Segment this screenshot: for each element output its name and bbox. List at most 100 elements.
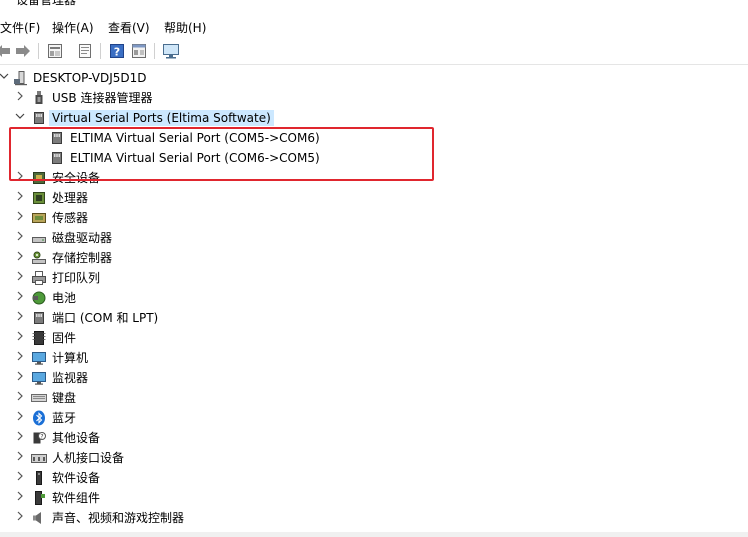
tree-category-label: 处理器 — [52, 191, 89, 205]
sensor-icon — [31, 210, 47, 226]
chevron-right-icon[interactable] — [14, 191, 26, 205]
chevron-right-icon[interactable] — [14, 511, 26, 525]
toolbar-separator — [100, 43, 101, 59]
chevron-right-icon[interactable] — [14, 291, 26, 305]
close-button[interactable] — [718, 0, 748, 5]
tree-category-label: 键盘 — [52, 391, 77, 405]
menu-action[interactable]: 操作(A) — [50, 18, 96, 37]
tree-category-label: 传感器 — [52, 211, 89, 225]
tree-category[interactable]: 打印队列 — [0, 268, 748, 288]
svg-text:?: ? — [114, 46, 120, 59]
tree-root-label: DESKTOP-VDJ5D1D — [33, 71, 147, 85]
chevron-right-icon[interactable] — [14, 331, 26, 345]
title-bar: 设备管理器 — [0, 0, 748, 7]
speaker-icon — [31, 510, 47, 526]
chevron-right-icon[interactable] — [14, 431, 26, 445]
tree-category-label: 端口 (COM 和 LPT) — [52, 311, 159, 325]
chevron-right-icon[interactable] — [14, 371, 26, 385]
tree-category-label: 蓝牙 — [52, 411, 77, 425]
tree-category[interactable]: 声音、视频和游戏控制器 — [0, 508, 748, 528]
unknown-device-icon: ? — [31, 430, 47, 446]
toolbar-separator — [38, 43, 39, 59]
tree-category[interactable]: 固件 — [0, 328, 748, 348]
tree-category-virtual-serial-ports[interactable]: Virtual Serial Ports (Eltima Softwate) — [0, 108, 748, 128]
computer-icon — [31, 350, 47, 366]
chevron-right-icon[interactable] — [14, 491, 26, 505]
menu-help[interactable]: 帮助(H) — [162, 18, 208, 37]
menu-view[interactable]: 查看(V) — [106, 18, 152, 37]
tree-category[interactable]: 软件组件 — [0, 488, 748, 508]
tree-category[interactable]: 处理器 — [0, 188, 748, 208]
tree-category[interactable]: 键盘 — [0, 388, 748, 408]
forward-arrow-icon[interactable] — [14, 42, 32, 60]
tree-category[interactable]: 磁盘驱动器 — [0, 228, 748, 248]
keyboard-icon — [31, 390, 47, 406]
battery-icon — [31, 290, 47, 306]
chevron-right-icon[interactable] — [14, 471, 26, 485]
chevron-right-icon[interactable] — [14, 311, 26, 325]
tree-category-label: Virtual Serial Ports (Eltima Softwate) — [49, 110, 274, 126]
window-title: 设备管理器 — [16, 0, 77, 7]
tree-category[interactable]: 蓝牙 — [0, 408, 748, 428]
highlight-box — [9, 127, 434, 181]
chevron-right-icon[interactable] — [14, 451, 26, 465]
menu-bar: 文件(F) 操作(A) 查看(V) 帮助(H) — [0, 16, 748, 36]
storage-controller-icon — [31, 250, 47, 266]
view-icon[interactable] — [130, 42, 148, 60]
chevron-right-icon[interactable] — [14, 391, 26, 405]
software-component-icon — [31, 490, 47, 506]
port-icon — [31, 110, 47, 126]
chevron-right-icon[interactable] — [14, 351, 26, 365]
tree-category[interactable]: 计算机 — [0, 348, 748, 368]
bluetooth-icon — [31, 410, 47, 426]
tree-category[interactable]: 监视器 — [0, 368, 748, 388]
chevron-down-icon[interactable] — [14, 111, 26, 125]
update-driver-icon[interactable] — [76, 42, 94, 60]
tree-category[interactable]: 端口 (COM 和 LPT) — [0, 308, 748, 328]
tree-category-label: 监视器 — [52, 371, 89, 385]
software-device-icon — [31, 470, 47, 486]
chevron-right-icon[interactable] — [14, 271, 26, 285]
properties-icon[interactable] — [46, 42, 64, 60]
processor-icon — [31, 190, 47, 206]
tree-category-label: 电池 — [52, 291, 77, 305]
menu-file[interactable]: 文件(F) — [0, 18, 42, 37]
tree-category-label: 打印队列 — [52, 271, 101, 285]
tree-category-label: 软件设备 — [52, 471, 101, 485]
monitor-icon[interactable] — [162, 42, 180, 60]
tree-category[interactable]: 软件设备 — [0, 468, 748, 488]
firmware-icon — [31, 330, 47, 346]
tree-category-label: 存储控制器 — [52, 251, 113, 265]
tree-category-label: USB 连接器管理器 — [52, 91, 153, 105]
back-arrow-icon[interactable] — [0, 42, 12, 60]
horizontal-scrollbar[interactable] — [0, 532, 748, 537]
chevron-right-icon[interactable] — [14, 411, 26, 425]
svg-text:?: ? — [40, 434, 43, 441]
chevron-down-icon[interactable] — [0, 71, 10, 85]
computer-icon — [13, 70, 29, 86]
tree-root[interactable]: DESKTOP-VDJ5D1D — [0, 68, 748, 88]
toolbar-separator — [154, 43, 155, 59]
help-icon[interactable]: ? — [108, 42, 126, 60]
tree-category[interactable]: ? 其他设备 — [0, 428, 748, 448]
chevron-right-icon[interactable] — [14, 91, 26, 105]
tree-category[interactable]: 存储控制器 — [0, 248, 748, 268]
maximize-button[interactable] — [672, 0, 718, 5]
monitor-icon — [31, 370, 47, 386]
tree-category[interactable]: 传感器 — [0, 208, 748, 228]
chevron-right-icon[interactable] — [14, 231, 26, 245]
hid-icon — [31, 450, 47, 466]
chevron-right-icon[interactable] — [14, 251, 26, 265]
tree-category-label: 固件 — [52, 331, 77, 345]
tree-category-label: 人机接口设备 — [52, 451, 125, 465]
tree-category-label: 声音、视频和游戏控制器 — [52, 511, 185, 525]
chevron-right-icon[interactable] — [14, 211, 26, 225]
tree-category-label: 计算机 — [52, 351, 89, 365]
toolbar: ? — [0, 38, 748, 65]
tree-category-label: 磁盘驱动器 — [52, 231, 113, 245]
tree-category[interactable]: 人机接口设备 — [0, 448, 748, 468]
tree-category[interactable]: USB 连接器管理器 — [0, 88, 748, 108]
tree-category[interactable]: 电池 — [0, 288, 748, 308]
usb-icon — [31, 90, 47, 106]
tree-category-label: 软件组件 — [52, 491, 101, 505]
